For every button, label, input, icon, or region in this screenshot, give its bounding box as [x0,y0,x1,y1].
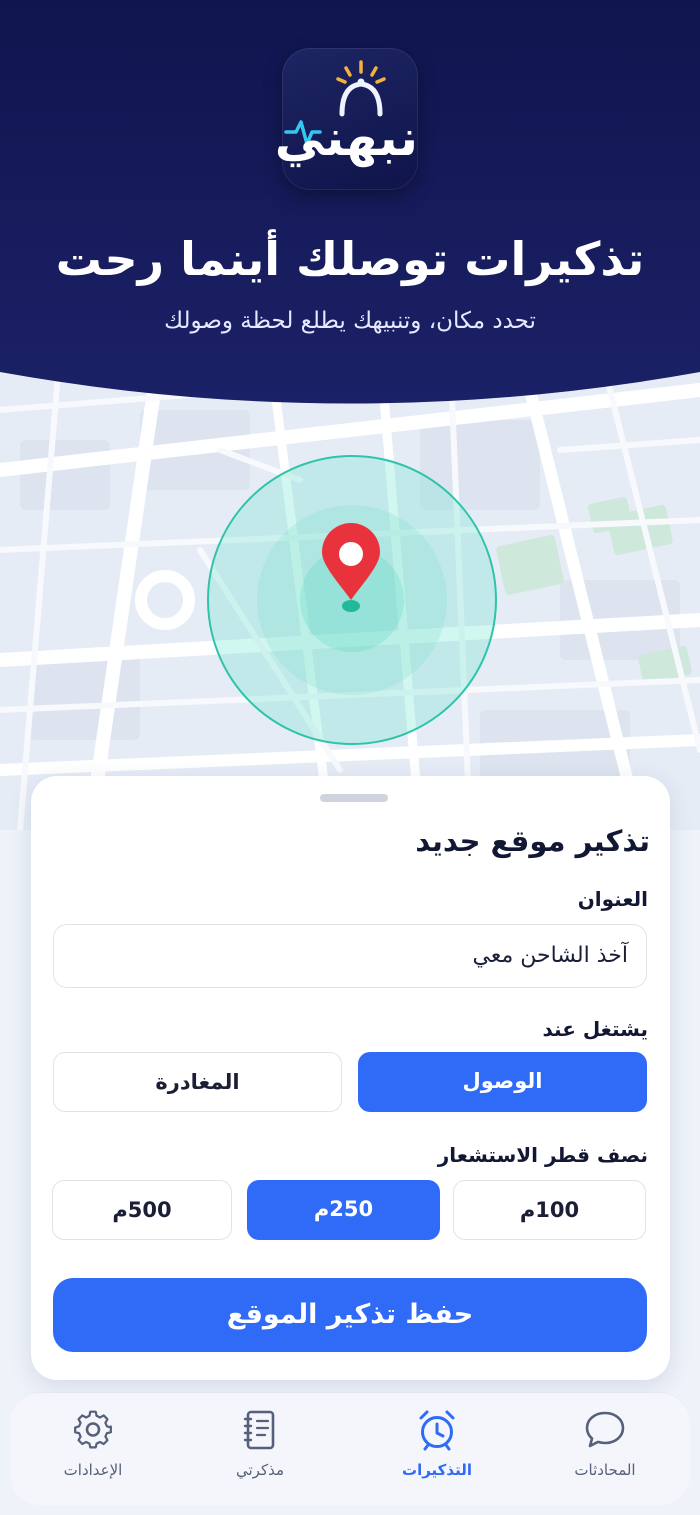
save-location-reminder-button[interactable]: حفظ تذكير الموقع [53,1278,647,1352]
chat-icon [585,1411,625,1448]
reminder-title-input[interactable]: آخذ الشاحن معي [53,924,647,988]
nav-label-settings: الإعدادات [63,1461,123,1479]
bottom-navigation: المحادثات التذكيرات مذكرتي الإعدادات [10,1393,690,1505]
hero-subtitle: تحدد مكان، وتنبيهك يطلع لحظة وصولك [164,308,536,334]
drag-handle[interactable] [320,794,388,802]
nav-item-chats[interactable]: المحادثات [550,1407,660,1491]
location-pin-icon[interactable] [0,350,700,830]
alarm-clock-icon [419,1410,455,1451]
hero-title: تذكيرات توصلك أينما رحت [55,232,645,286]
nav-item-settings[interactable]: الإعدادات [38,1407,148,1491]
title-field-label: العنوان [577,887,648,911]
gear-icon [74,1410,112,1449]
new-location-reminder-card: تذكير موقع جديد العنوان آخذ الشاحن معي ي… [31,776,670,1380]
hero-header: نبهني تذكيرات توصلك أينما رحت تحدد مكان،… [0,0,700,420]
radius-500-option[interactable]: 500م [52,1180,232,1240]
notebook-icon [243,1410,275,1450]
trigger-departure-option[interactable]: المغادرة [53,1052,342,1112]
radius-label: نصف قطر الاستشعار [437,1143,648,1167]
nav-label-reminders: التذكيرات [402,1461,472,1479]
trigger-label: يشتغل عند [542,1017,648,1041]
radius-100-option[interactable]: 100م [453,1180,646,1240]
app-logo: نبهني [274,48,418,190]
card-title: تذكير موقع جديد [415,824,650,858]
nav-label-notebook: مذكرتي [235,1461,284,1479]
radius-250-option[interactable]: 250م [247,1180,440,1240]
reminder-title-value: آخذ الشاحن معي [472,943,628,968]
logo-wordmark: نبهني [274,109,418,167]
nav-item-notebook[interactable]: مذكرتي [205,1407,315,1491]
nav-item-reminders[interactable]: التذكيرات [382,1407,492,1491]
trigger-arrival-option[interactable]: الوصول [358,1052,647,1112]
map-view[interactable] [0,343,700,837]
nav-label-chats: المحادثات [574,1461,636,1479]
